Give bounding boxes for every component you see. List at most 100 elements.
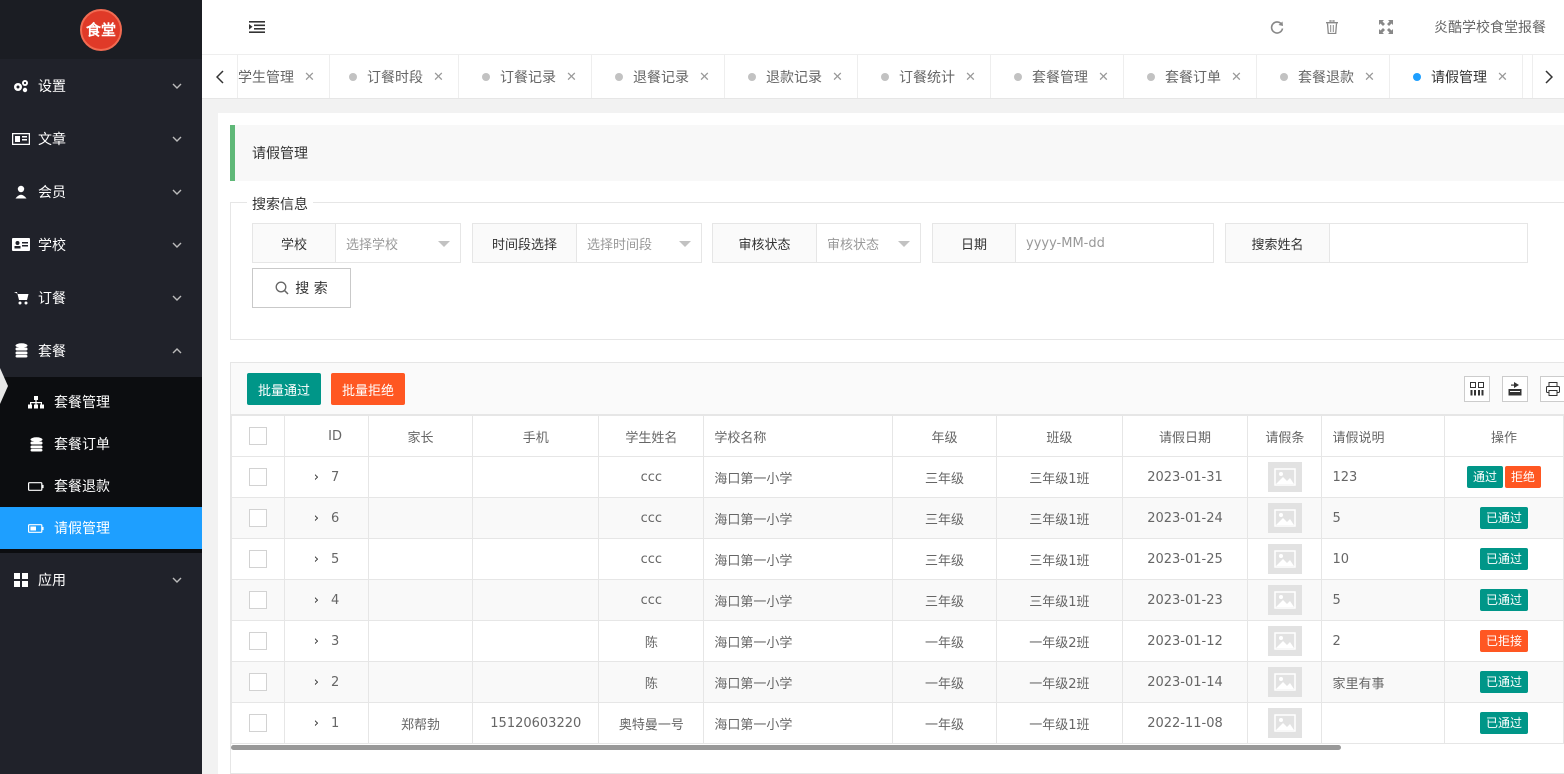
close-icon[interactable]: ✕ xyxy=(1497,70,1508,85)
sidebar-subitem-leave-management[interactable]: 请假管理 xyxy=(0,507,202,549)
row-checkbox[interactable] xyxy=(249,509,268,527)
table-row[interactable]: › 3 陈海口第一小学 一年级 一年级2班 2023-01-12 2 已拒接 xyxy=(231,620,1564,662)
batch-pass-button[interactable]: 批量通过 xyxy=(247,373,322,405)
col-actions[interactable]: 操作 xyxy=(1443,415,1564,457)
select-all-checkbox[interactable] xyxy=(249,427,268,445)
col-id[interactable]: ›ID xyxy=(284,415,369,457)
image-placeholder-icon[interactable] xyxy=(1267,462,1302,492)
pass-button[interactable]: 通过 xyxy=(1466,466,1503,488)
expand-row-icon[interactable]: › xyxy=(314,552,319,567)
table-row[interactable]: › 4 ccc 海口第一小学 三年级 三年级1班 2023-01-23 5 已通过 xyxy=(231,579,1564,621)
tab-order-records[interactable]: 订餐记录 ✕ xyxy=(468,55,592,98)
sidebar-subitem-package-orders[interactable]: 套餐订单 xyxy=(0,423,202,465)
tab-package-management[interactable]: 套餐管理 ✕ xyxy=(1000,55,1124,98)
tabs-scroll-right-button[interactable] xyxy=(1532,55,1564,98)
tab-order-stats[interactable]: 订餐统计 ✕ xyxy=(867,55,991,98)
sidebar-item-packages[interactable]: 套餐 xyxy=(0,324,202,377)
table-row[interactable]: › 5 ccc 海口第一小学 三年级 三年级1班 2023-01-25 10 已通过 xyxy=(231,538,1564,580)
sidebar-item-schools[interactable]: 学校 xyxy=(0,218,202,271)
columns-filter-icon[interactable] xyxy=(1464,376,1490,402)
batch-reject-button[interactable]: 批量拒绝 xyxy=(331,373,406,405)
close-icon[interactable]: ✕ xyxy=(832,70,843,85)
expand-row-icon[interactable]: › xyxy=(314,716,319,731)
row-checkbox[interactable] xyxy=(249,673,268,691)
expand-row-icon[interactable]: › xyxy=(314,675,319,690)
tab-package-orders[interactable]: 套餐订单 ✕ xyxy=(1133,55,1257,98)
image-placeholder-icon[interactable] xyxy=(1267,667,1302,697)
logo[interactable]: 食堂 xyxy=(80,8,122,51)
row-class: 一年级2班 xyxy=(996,620,1123,662)
image-placeholder-icon[interactable] xyxy=(1267,626,1302,656)
expand-row-icon[interactable]: › xyxy=(314,470,319,485)
row-phone xyxy=(472,538,600,580)
sidebar-subitem-package-management[interactable]: 套餐管理 xyxy=(0,381,202,423)
tab-leave-management[interactable]: 请假管理 ✕ xyxy=(1399,55,1523,98)
row-grade: 三年级 xyxy=(891,456,998,498)
close-icon[interactable]: ✕ xyxy=(1231,70,1242,85)
sidebar-item-members[interactable]: 会员 xyxy=(0,165,202,218)
reject-button[interactable]: 拒绝 xyxy=(1504,466,1541,488)
date-input-placeholder: yyyy-MM-dd xyxy=(1026,235,1105,251)
row-leave-slip-cell xyxy=(1247,661,1323,703)
col-class[interactable]: 班级 xyxy=(996,415,1123,457)
row-checkbox[interactable] xyxy=(249,591,268,609)
image-placeholder-icon[interactable] xyxy=(1267,708,1302,738)
close-icon[interactable]: ✕ xyxy=(566,70,577,85)
tab-package-refunds[interactable]: 套餐退款 ✕ xyxy=(1266,55,1390,98)
close-icon[interactable]: ✕ xyxy=(965,70,976,85)
close-icon[interactable]: ✕ xyxy=(304,70,315,85)
sidebar-item-articles[interactable]: 文章 xyxy=(0,112,202,165)
date-input[interactable]: yyyy-MM-dd xyxy=(1016,224,1213,262)
horizontal-scrollbar[interactable] xyxy=(231,745,1341,750)
row-checkbox[interactable] xyxy=(249,632,268,650)
tab-refund-records[interactable]: 退款记录 ✕ xyxy=(734,55,858,98)
sidebar-subitem-package-refunds[interactable]: 套餐退款 xyxy=(0,465,202,507)
row-actions: 已通过 xyxy=(1443,579,1564,621)
expand-row-icon[interactable]: › xyxy=(314,511,319,526)
table-row[interactable]: › 6 ccc 海口第一小学 三年级 三年级1班 2023-01-24 5 已通过 xyxy=(231,497,1564,539)
school-select[interactable]: 选择学校 xyxy=(336,224,460,262)
table-row[interactable]: › 7 ccc 海口第一小学 三年级 三年级1班 2023-01-31 123 通过 拒绝 xyxy=(231,456,1564,498)
fullscreen-icon[interactable] xyxy=(1377,18,1395,36)
app-title[interactable]: 炎酷学校食堂报餐 xyxy=(1434,17,1546,37)
sidebar-item-ordering[interactable]: 订餐 xyxy=(0,271,202,324)
col-leave-slip[interactable]: 请假条 xyxy=(1247,415,1323,457)
col-grade[interactable]: 年级 xyxy=(891,415,998,457)
image-placeholder-icon[interactable] xyxy=(1267,503,1302,533)
row-parent xyxy=(367,538,474,580)
collapse-sidebar-icon[interactable] xyxy=(248,18,266,36)
period-select[interactable]: 选择时间段 xyxy=(577,224,701,262)
table-row[interactable]: › 2 陈海口第一小学 一年级 一年级2班 2023-01-14 家里有事 已通过 xyxy=(231,661,1564,703)
close-icon[interactable]: ✕ xyxy=(699,70,710,85)
expand-row-icon[interactable]: › xyxy=(314,634,319,649)
close-icon[interactable]: ✕ xyxy=(433,70,444,85)
close-icon[interactable]: ✕ xyxy=(1364,70,1375,85)
tab-order-periods[interactable]: 订餐时段 ✕ xyxy=(335,55,459,98)
status-select[interactable]: 审核状态 xyxy=(817,224,920,262)
col-school[interactable]: 学校名称 xyxy=(703,415,893,457)
battery-half-icon xyxy=(28,521,44,535)
tab-cancel-records[interactable]: 退餐记录 ✕ xyxy=(601,55,725,98)
col-leave-note[interactable]: 请假说明 xyxy=(1321,415,1445,457)
row-checkbox[interactable] xyxy=(249,468,268,486)
export-icon[interactable] xyxy=(1502,376,1528,402)
col-phone[interactable]: 手机 xyxy=(472,415,600,457)
col-parent[interactable]: 家长 xyxy=(367,415,474,457)
tabs-scroll-left-button[interactable] xyxy=(202,55,238,98)
search-button[interactable]: 搜 索 xyxy=(252,268,351,308)
sidebar-item-settings[interactable]: 设置 xyxy=(0,59,202,112)
image-placeholder-icon[interactable] xyxy=(1267,544,1302,574)
table-row[interactable]: › 1 郑帮勃 15120603220 奥特曼一号 海口第一小学 一年级 一年级1班 2022-… xyxy=(231,702,1564,744)
name-input[interactable] xyxy=(1330,224,1527,262)
trash-icon[interactable] xyxy=(1323,18,1341,36)
refresh-icon[interactable] xyxy=(1268,18,1286,36)
col-leave-date[interactable]: 请假日期 xyxy=(1121,415,1249,457)
close-icon[interactable]: ✕ xyxy=(1098,70,1109,85)
expand-row-icon[interactable]: › xyxy=(314,593,319,608)
col-student[interactable]: 学生姓名 xyxy=(598,415,705,457)
sidebar-item-apps[interactable]: 应用 xyxy=(0,553,202,606)
print-icon[interactable] xyxy=(1540,376,1564,402)
image-placeholder-icon[interactable] xyxy=(1267,585,1302,615)
row-checkbox[interactable] xyxy=(249,714,268,732)
row-checkbox[interactable] xyxy=(249,550,268,568)
